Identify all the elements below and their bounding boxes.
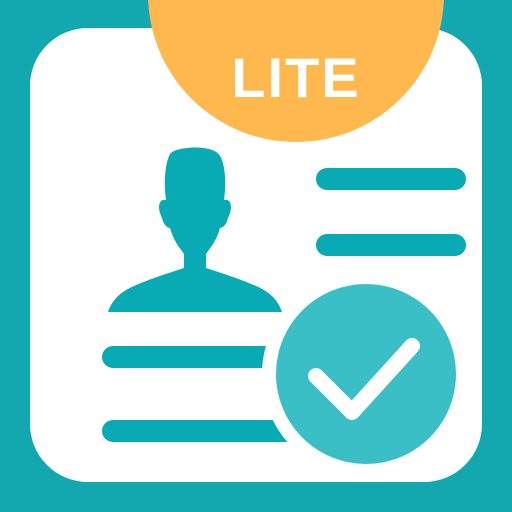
lite-badge-label: LITE (231, 46, 361, 109)
verified-check-badge (276, 284, 456, 464)
checkmark-icon (308, 338, 420, 420)
text-line-1 (316, 168, 466, 190)
text-line-2 (316, 234, 466, 256)
lite-badge: LITE (148, 0, 444, 142)
person-silhouette-icon (108, 147, 282, 312)
